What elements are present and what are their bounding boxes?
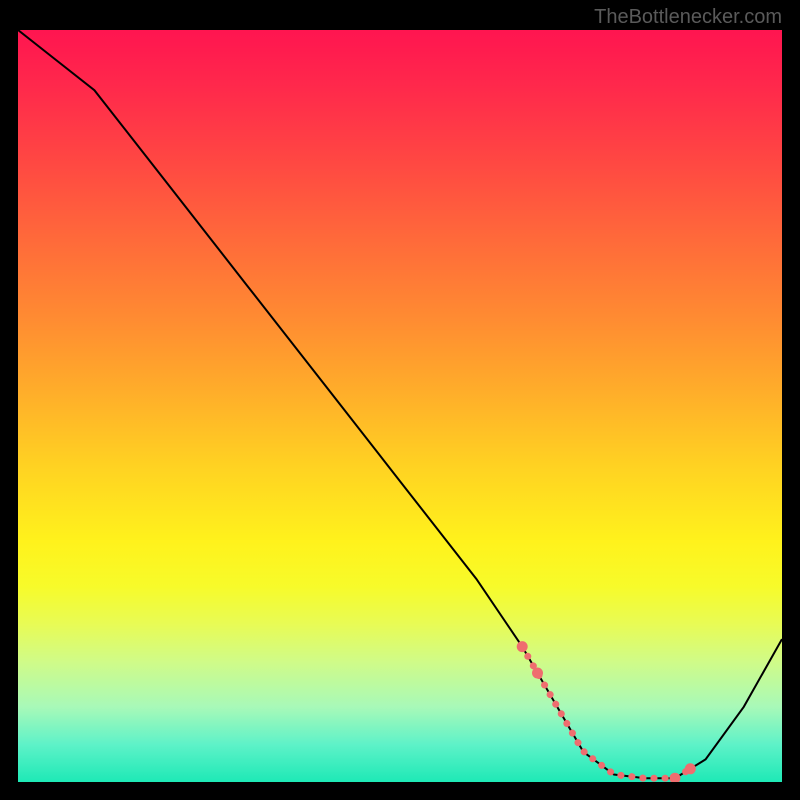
chart-highlight-point bbox=[670, 773, 680, 782]
chart-highlight-point bbox=[517, 642, 527, 652]
chart-curve-line bbox=[18, 30, 782, 778]
chart-highlight-point bbox=[533, 668, 543, 678]
watermark-text: TheBottlenecker.com bbox=[594, 6, 782, 29]
chart-highlight-point bbox=[685, 764, 695, 774]
chart-highlight-dotted bbox=[522, 647, 690, 779]
chart-plot-area bbox=[18, 30, 782, 782]
chart-svg bbox=[18, 30, 782, 782]
chart-highlight-points bbox=[517, 642, 695, 782]
